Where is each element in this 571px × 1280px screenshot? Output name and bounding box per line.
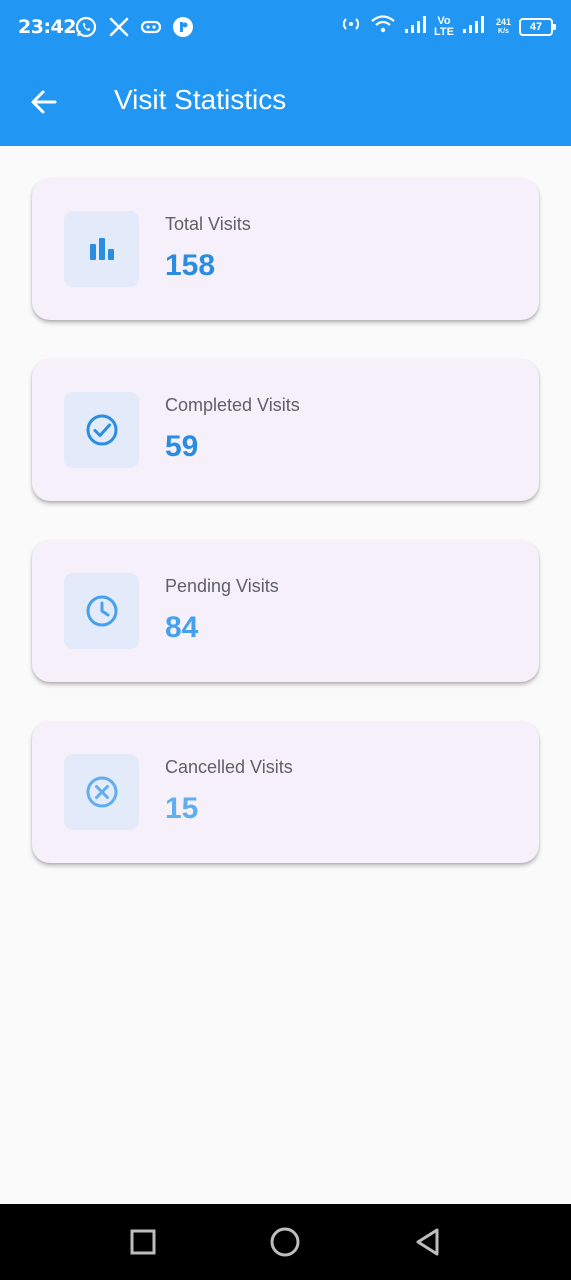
signal-icon: [404, 14, 426, 39]
stat-label: Completed Visits: [165, 395, 300, 415]
stat-value: 15: [165, 792, 199, 825]
network-speed-value: 241: [495, 16, 511, 27]
status-bar: 23:42 Vo LTE 241 K/s 47: [0, 0, 571, 58]
volte-top-label: Vo: [437, 14, 451, 27]
app-icon: [172, 16, 194, 43]
stat-card-completed-visits[interactable]: Completed Visits 59: [32, 359, 539, 501]
home-circle-icon: [270, 1227, 300, 1257]
home-button[interactable]: [267, 1224, 303, 1260]
page-title: Visit Statistics: [114, 84, 287, 115]
stat-value: 158: [165, 249, 216, 282]
stat-card-cancelled-visits[interactable]: Cancelled Visits 15: [32, 721, 539, 863]
top-bar: 23:42 Vo LTE 241 K/s 47 Visit Statistics: [0, 0, 571, 146]
stat-label: Pending Visits: [165, 576, 279, 596]
x-icon: [108, 16, 130, 43]
bar-chart-icon: [89, 238, 114, 260]
stat-label: Total Visits: [165, 214, 251, 234]
stat-icon-box: [64, 754, 139, 830]
nav-back-button[interactable]: [410, 1224, 446, 1260]
battery-indicator: 47: [519, 17, 556, 36]
stat-value: 84: [165, 611, 199, 644]
stat-icon-box: [64, 211, 139, 287]
arrow-back-icon: [31, 90, 57, 114]
battery-level: 47: [529, 20, 543, 33]
stat-label: Cancelled Visits: [165, 757, 293, 777]
whatsapp-icon: [74, 15, 98, 44]
network-speed-unit: K/s: [498, 27, 509, 35]
network-speed: 241 K/s: [495, 16, 511, 36]
gamepad-icon: [140, 19, 162, 40]
stat-icon-box: [64, 573, 139, 649]
back-triangle-icon: [416, 1228, 439, 1256]
status-time: 23:42: [18, 16, 76, 38]
recents-button[interactable]: [125, 1224, 161, 1260]
status-left-icons: [74, 15, 194, 44]
stat-value: 59: [165, 430, 199, 463]
stat-card-total-visits[interactable]: Total Visits 158: [32, 178, 539, 320]
signal-icon: [462, 14, 484, 39]
clock-icon: [86, 595, 117, 627]
status-right-icons: Vo LTE 241 K/s 47: [340, 14, 556, 39]
back-button[interactable]: [22, 80, 66, 124]
stat-icon-box: [64, 392, 139, 468]
cancel-circle-icon: [86, 776, 117, 808]
wifi-icon: [370, 14, 396, 39]
system-nav-bar: [0, 1204, 571, 1280]
app-bar: Visit Statistics: [0, 58, 571, 146]
hotspot-icon: [340, 15, 362, 38]
volte-bottom-label: LTE: [434, 25, 454, 38]
volte-icon: Vo LTE: [434, 14, 454, 38]
recents-square-icon: [130, 1229, 156, 1255]
check-circle-icon: [86, 414, 117, 446]
stat-card-pending-visits[interactable]: Pending Visits 84: [32, 540, 539, 682]
